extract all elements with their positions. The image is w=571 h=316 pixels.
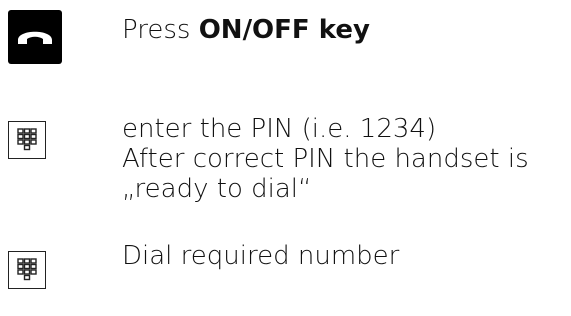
step-1-text: Press ON/OFF key <box>122 15 370 45</box>
keypad-icon-wrapper-2 <box>8 251 46 289</box>
step-3-line-1: Dial required number <box>122 241 400 271</box>
keypad-grid-icon <box>17 258 37 281</box>
step-2-line-1: enter the PIN (i.e. 1234) <box>122 114 437 144</box>
handset-icon <box>18 31 52 44</box>
step-2-line-2: After correct PIN the handset is <box>122 144 529 174</box>
keypad-icon-wrapper-1 <box>8 121 46 159</box>
keypad-icon <box>8 251 46 289</box>
onoff-key-icon <box>8 10 62 64</box>
step-2-line-3: „ready to dial“ <box>122 174 312 204</box>
keypad-grid-icon <box>17 128 37 151</box>
keypad-icon <box>8 121 46 159</box>
onoff-key-icon-wrapper <box>8 10 62 64</box>
step-1-key-name: ON/OFF key <box>198 15 370 45</box>
step-1-prefix: Press <box>122 15 199 45</box>
